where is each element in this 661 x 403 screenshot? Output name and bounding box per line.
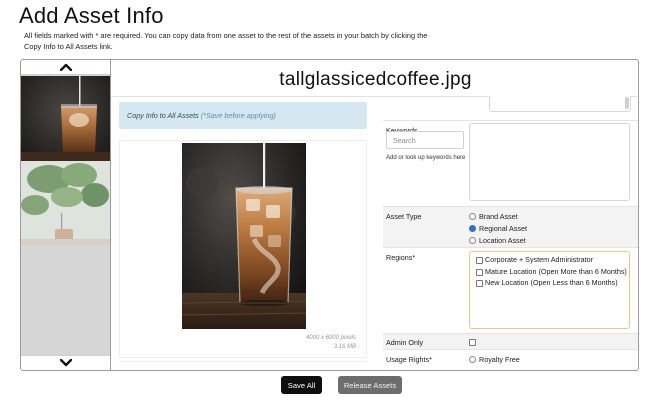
asset-type-label: Asset Type (386, 212, 422, 221)
radio-button[interactable] (469, 213, 476, 220)
checkbox[interactable] (476, 268, 483, 276)
asset-file-size: 3.16 MB (333, 344, 356, 350)
region-option-mature[interactable]: Mature Location (Open More than 6 Months… (476, 267, 629, 278)
radio-button[interactable] (469, 237, 476, 244)
asset-type-option-location[interactable]: Location Asset (469, 236, 526, 245)
keywords-search-input[interactable] (386, 131, 464, 149)
regions-row: Regions* Corporate + System Administrato… (383, 247, 638, 333)
admin-only-row: Admin Only (383, 333, 638, 349)
keywords-help-text: Add or look up keywords here (386, 155, 466, 161)
save-all-button[interactable]: Save All (281, 376, 322, 394)
region-option-label: Corporate + System Administrator (485, 255, 594, 264)
previous-field-textarea[interactable] (489, 96, 631, 112)
asset-preview: 4000 x 6000 pixels 3.16 MB (119, 140, 367, 358)
asset-type-option-brand[interactable]: Brand Asset (469, 212, 518, 221)
iced-coffee-thumbnail-image (21, 76, 110, 161)
usage-rights-label: Usage Rights* (386, 355, 432, 364)
region-option-label: New Location (Open Less than 6 Months) (485, 278, 618, 287)
radio-button[interactable] (469, 356, 476, 363)
chevron-up-icon (59, 63, 72, 71)
thumbnail-iced-coffee[interactable] (21, 76, 110, 161)
preview-divider (119, 361, 367, 362)
admin-only-label: Admin Only (386, 338, 424, 347)
asset-metadata-form: Keywords Add or look up keywords here As… (383, 96, 638, 370)
asset-type-option-label: Brand Asset (479, 212, 518, 221)
usage-rights-option-royalty-free[interactable]: Royalty Free (469, 355, 520, 364)
regions-label: Regions* (386, 253, 416, 262)
plant-cup-thumbnail-image (21, 161, 110, 245)
asset-type-option-label: Location Asset (479, 236, 526, 245)
thumbnail-strip[interactable] (21, 60, 111, 370)
asset-editor-panel: tallglassicedcoffee.jpg Copy Info to All… (20, 59, 639, 371)
asset-type-option-regional[interactable]: Regional Asset (469, 224, 527, 233)
checkbox[interactable] (476, 280, 483, 287)
copy-info-box: Copy Info to All Assets (*Save before ap… (119, 102, 367, 129)
asset-type-row: Asset Type Brand Asset Regional Asset Lo… (383, 206, 638, 247)
thumbnail-scroll-up-button[interactable] (21, 60, 110, 75)
textarea-scrollbar[interactable] (625, 97, 629, 109)
asset-pixel-size: 4000 x 6000 pixels (305, 335, 356, 341)
checkbox[interactable] (476, 257, 483, 264)
usage-rights-option-label: Royalty Free (479, 355, 520, 364)
asset-dimensions: 4000 x 6000 pixels 3.16 MB (306, 334, 356, 352)
usage-rights-row: Usage Rights* Royalty Free (383, 349, 638, 370)
keywords-row: Keywords Add or look up keywords here (383, 120, 638, 204)
copy-info-note: (*Save before applying) (200, 111, 276, 120)
region-option-new[interactable]: New Location (Open Less than 6 Months) (476, 278, 629, 289)
release-assets-button[interactable]: Release Assets (338, 376, 402, 394)
asset-filename: tallglassicedcoffee.jpg (279, 69, 472, 90)
copy-info-link[interactable]: Copy Info to All Assets (127, 111, 199, 120)
intro-text: All fields marked with * are required. Y… (24, 31, 428, 51)
region-option-label: Mature Location (Open More than 6 Months… (485, 266, 627, 276)
region-option-corporate[interactable]: Corporate + System Administrator (476, 255, 629, 266)
keywords-list-box[interactable] (469, 123, 630, 201)
asset-main-area: tallglassicedcoffee.jpg Copy Info to All… (111, 60, 638, 370)
admin-only-checkbox[interactable] (469, 339, 476, 346)
page-title: Add Asset Info (19, 3, 164, 28)
chevron-down-icon (59, 359, 72, 367)
thumbnail-plant-cup[interactable] (21, 161, 110, 245)
asset-type-option-label: Regional Asset (479, 224, 527, 233)
regions-checkbox-list: Corporate + System Administrator Mature … (469, 251, 630, 329)
asset-preview-image (182, 143, 306, 329)
radio-button-checked[interactable] (469, 225, 476, 232)
thumbnail-scroll-down-button[interactable] (21, 355, 110, 370)
